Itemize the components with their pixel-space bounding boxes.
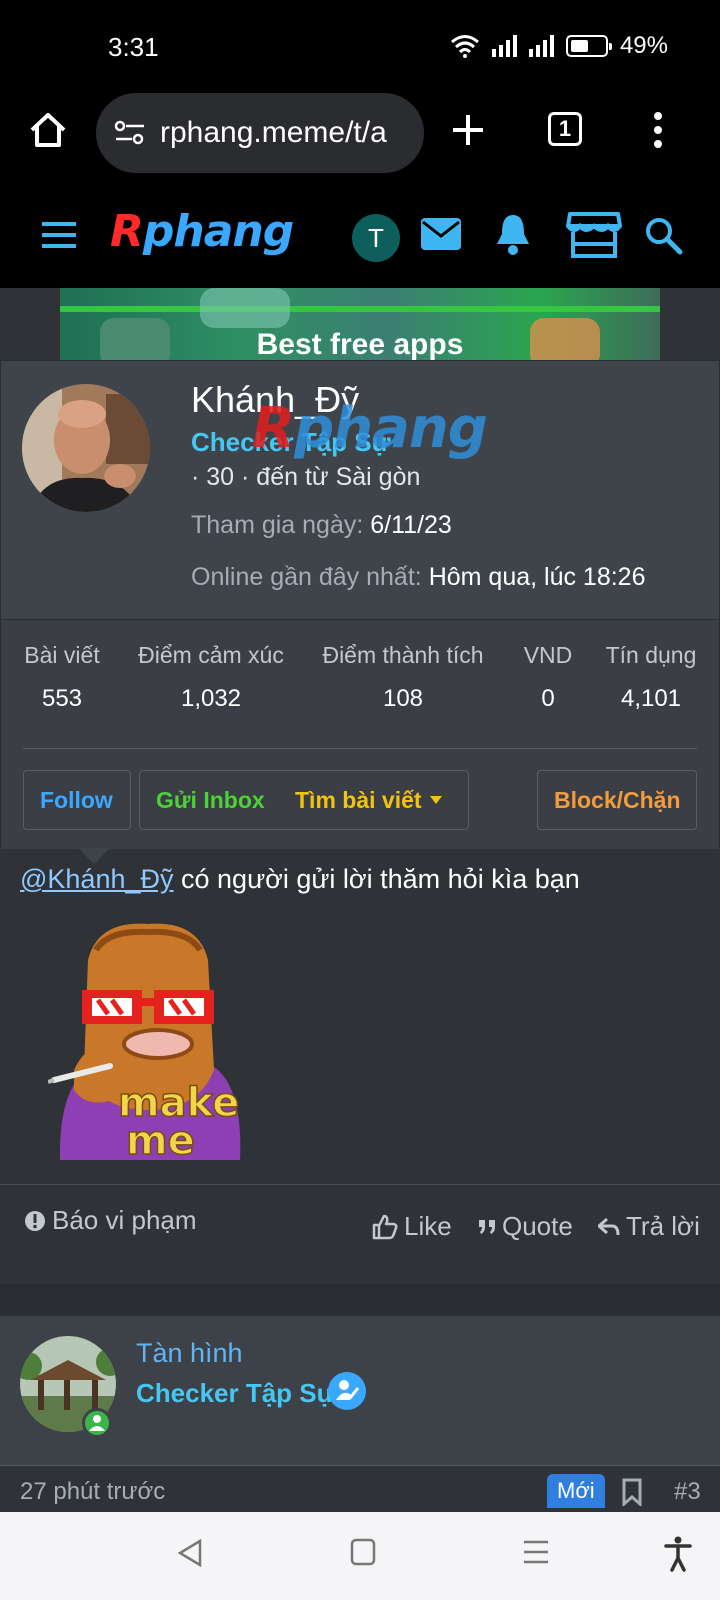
banner-app-tile	[200, 288, 290, 328]
browser-toolbar: rphang.meme/t/a 1	[0, 90, 720, 186]
report-button[interactable]: Báo vi phạm	[24, 1205, 197, 1236]
profile-popup-card: Khánh_Đỹ Checker Tập Sự · 30 · đến từ Sà…	[0, 360, 720, 849]
reply-arrow-icon	[598, 1217, 620, 1235]
profile-name[interactable]: Khánh_Đỹ	[191, 379, 359, 421]
stat-achievements[interactable]: Điểm thành tích 108	[317, 642, 489, 713]
user-mention-link[interactable]: @Khánh_Đỹ	[20, 864, 174, 894]
banner-title: Best free apps	[256, 328, 464, 360]
home-icon[interactable]	[28, 110, 68, 150]
site-header: Rphang T	[0, 186, 720, 288]
reply-button[interactable]: Trả lời	[598, 1211, 700, 1242]
quote-button[interactable]: Quote	[478, 1211, 573, 1242]
status-bar: 3:31 49%	[0, 0, 720, 90]
stat-credit[interactable]: Tín dụng 4,101	[601, 642, 701, 713]
site-logo[interactable]: Rphang	[110, 206, 294, 257]
status-icons: 49%	[450, 32, 668, 60]
next-post-username[interactable]: Tàn hình	[136, 1338, 243, 1369]
stat-reactions[interactable]: Điểm cảm xúc 1,032	[133, 642, 289, 713]
new-tab-icon[interactable]	[450, 112, 486, 148]
alert-circle-icon	[25, 1210, 45, 1231]
signal-icon	[491, 35, 517, 57]
profile-stats: Bài viết 553 Điểm cảm xúc 1,032 Điểm thà…	[1, 619, 719, 849]
stat-vnd[interactable]: VND 0	[521, 642, 575, 713]
next-post-meta: 27 phút trước Mới #3	[0, 1466, 720, 1512]
profile-rank: Checker Tập Sự	[191, 427, 391, 457]
next-post-time[interactable]: 27 phút trước	[20, 1478, 165, 1506]
online-status-badge	[82, 1408, 112, 1438]
user-online-icon	[89, 1415, 105, 1431]
caret-down-icon	[429, 796, 442, 804]
post-text: có người gửi lời thăm hỏi kìa bạn	[181, 864, 580, 894]
profile-joined-value: 6/11/23	[370, 511, 452, 539]
find-posts-button[interactable]: Tìm bài viết	[279, 770, 469, 830]
block-button[interactable]: Block/Chặn	[537, 770, 697, 830]
post-actions-bar: Báo vi phạm Like Quote Trả lời	[0, 1184, 720, 1284]
sticker-text-me: me	[126, 1118, 195, 1160]
next-post-rank: Checker Tập Sự	[136, 1378, 336, 1408]
bookmark-icon[interactable]	[622, 1478, 642, 1506]
wifi-icon	[450, 35, 479, 58]
quote-icon	[479, 1219, 495, 1234]
stats-divider	[23, 748, 697, 749]
profile-joined: Tham gia ngày: 6/11/23	[191, 511, 452, 539]
post-separator	[0, 1284, 720, 1316]
next-post-header: Tàn hình Checker Tập Sự	[0, 1316, 720, 1466]
home-square-icon[interactable]	[350, 1538, 376, 1566]
stat-posts[interactable]: Bài viết 553	[23, 642, 101, 713]
address-bar[interactable]: rphang.meme/t/a	[96, 93, 424, 173]
thumbs-up-icon	[372, 1214, 398, 1239]
follow-button[interactable]: Follow	[23, 770, 131, 830]
mail-icon[interactable]	[420, 216, 462, 252]
profile-online-value: Hôm qua, lúc 18:26	[428, 563, 646, 591]
site-settings-icon[interactable]	[114, 119, 146, 147]
profile-last-online: Online gần đây nhất: Hôm qua, lúc 18:26	[191, 563, 646, 591]
signal-icon-2	[528, 35, 554, 57]
screen: 3:31 49% rphang.meme/t/a 1 Rphang T Best…	[0, 0, 720, 1600]
overflow-menu-icon[interactable]	[652, 110, 664, 150]
like-button[interactable]: Like	[372, 1211, 452, 1242]
battery-icon	[565, 35, 612, 57]
accessibility-icon[interactable]	[664, 1536, 692, 1572]
tab-count: 1	[558, 116, 572, 141]
user-avatar[interactable]: T	[352, 214, 400, 262]
battery-percent: 49%	[619, 32, 668, 59]
back-icon[interactable]	[176, 1538, 204, 1568]
make-me-sticker-image: make me	[48, 923, 241, 1160]
post-number[interactable]: #3	[674, 1478, 701, 1506]
profile-avatar-image	[22, 384, 150, 512]
hamburger-menu-icon[interactable]	[40, 220, 78, 250]
store-icon[interactable]	[566, 210, 622, 260]
profile-avatar[interactable]	[22, 384, 150, 512]
ad-banner[interactable]: Best free apps	[60, 288, 660, 360]
search-icon[interactable]	[644, 216, 684, 256]
tab-switcher-button[interactable]: 1	[548, 112, 582, 146]
verified-badge-icon	[328, 1372, 366, 1410]
popup-pointer	[78, 848, 110, 864]
url-text: rphang.meme/t/a	[160, 116, 387, 149]
bell-icon[interactable]	[494, 212, 532, 256]
recents-menu-icon[interactable]	[522, 1538, 550, 1566]
system-nav-bar	[0, 1512, 720, 1600]
banner-stripe	[60, 306, 660, 312]
new-badge: Mới	[547, 1474, 605, 1508]
status-time: 3:31	[108, 32, 159, 62]
post-message: @Khánh_Đỹ có người gửi lời thăm hỏi kìa …	[20, 864, 580, 895]
profile-meta: · 30 · đến từ Sài gòn	[191, 463, 421, 491]
